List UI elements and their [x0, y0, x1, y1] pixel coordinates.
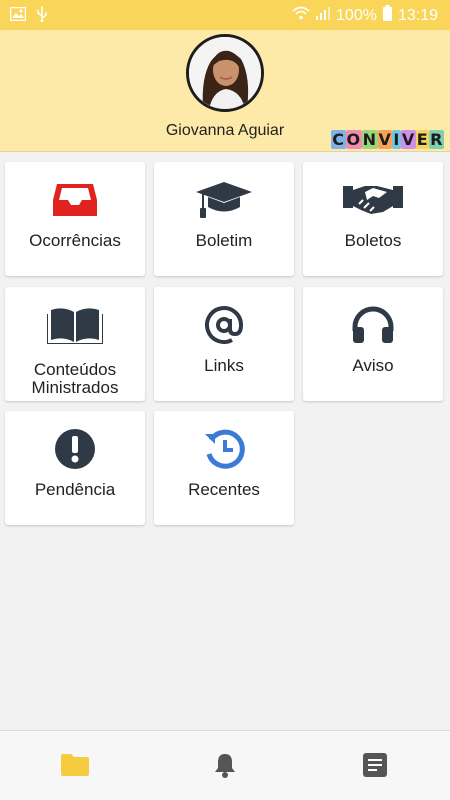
exclamation-circle-icon	[5, 427, 145, 471]
brand-logo: CONVIVER	[331, 130, 444, 149]
history-icon	[154, 427, 294, 471]
tile-boletos[interactable]: Boletos	[303, 162, 443, 276]
document-icon	[363, 752, 387, 782]
profile-header: Giovanna Aguiar CONVIVER	[0, 30, 450, 152]
clock: 13:19	[397, 6, 438, 24]
avatar[interactable]	[186, 34, 264, 112]
tile-label: Recentes	[188, 480, 260, 499]
at-sign-icon	[154, 303, 294, 347]
tile-label: Ocorrências	[29, 231, 121, 250]
battery-level: 100%	[336, 6, 377, 24]
graduation-cap-icon	[154, 178, 294, 222]
bell-icon	[214, 752, 236, 783]
headphones-icon	[303, 303, 443, 347]
nav-documents[interactable]	[361, 752, 389, 782]
tile-links[interactable]: Links	[154, 287, 294, 401]
brand-letter: E	[415, 130, 430, 149]
tile-label: Conteúdos Ministrados	[31, 360, 119, 397]
battery-icon	[382, 5, 392, 26]
status-bar: 100% 13:19	[0, 0, 450, 30]
brand-letter: I	[392, 130, 401, 149]
handshake-icon	[303, 178, 443, 222]
image-icon	[9, 6, 27, 26]
tile-ocorrencias[interactable]: Ocorrências	[5, 162, 145, 276]
brand-letter: V	[400, 130, 416, 149]
tile-aviso[interactable]: Aviso	[303, 287, 443, 401]
brand-letter: O	[345, 130, 362, 149]
nav-notifications[interactable]	[211, 753, 239, 781]
inbox-icon	[5, 178, 145, 222]
tile-label: Boletim	[195, 231, 253, 250]
wifi-icon	[292, 6, 310, 25]
tile-pendencia[interactable]: Pendência	[5, 411, 145, 525]
tile-label: Boletos	[344, 231, 402, 250]
bottom-navigation	[0, 730, 450, 800]
tile-label: Pendência	[34, 480, 116, 499]
brand-letter: C	[331, 130, 346, 149]
tile-label: Aviso	[352, 356, 394, 375]
folder-icon	[61, 753, 89, 781]
tile-conteudos-ministrados[interactable]: Conteúdos Ministrados	[5, 287, 145, 401]
brand-letter: N	[361, 130, 378, 149]
tile-recentes[interactable]: Recentes	[154, 411, 294, 525]
tile-label: Links	[204, 356, 244, 375]
brand-letter: R	[429, 130, 444, 149]
tile-boletim[interactable]: Boletim	[154, 162, 294, 276]
nav-folder[interactable]	[61, 753, 89, 781]
open-book-icon	[5, 303, 145, 347]
brand-letter: V	[377, 130, 393, 149]
signal-icon	[316, 6, 331, 25]
usb-icon	[36, 6, 48, 27]
